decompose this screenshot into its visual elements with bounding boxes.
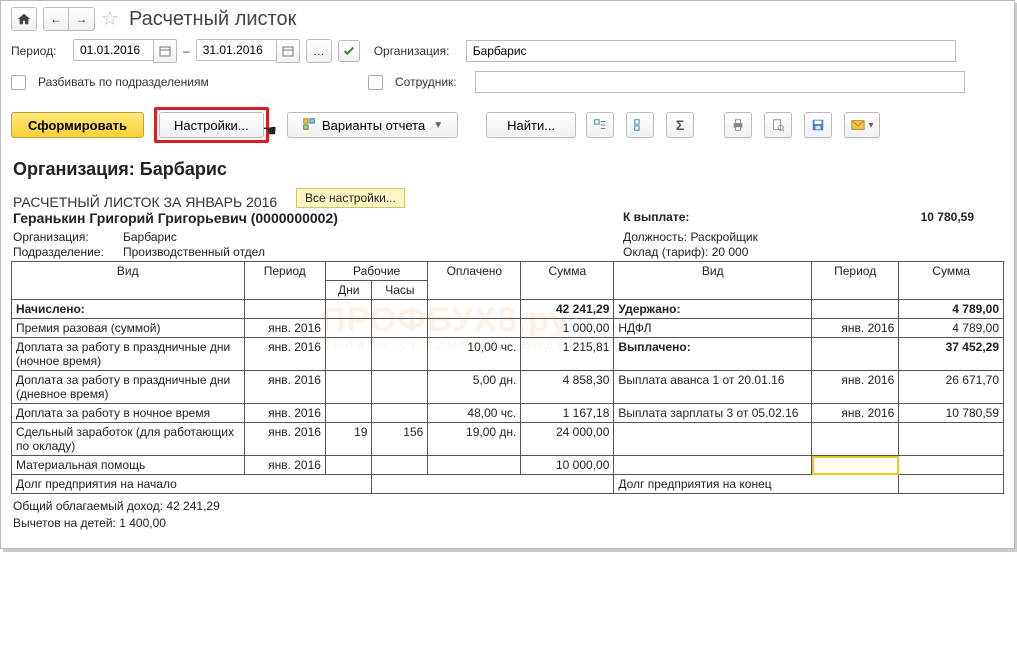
child-deductions: Вычетов на детей: 1 400,00 (13, 515, 1004, 532)
dep-val: Производственный отдел (123, 245, 265, 259)
period-label: Период: (11, 44, 67, 58)
org-key: Организация: (13, 230, 123, 244)
payout-label: К выплате: (623, 210, 689, 224)
taxable-income: Общий облагаемый доход: 42 241,29 (13, 498, 1004, 515)
report-variants-button[interactable]: Варианты отчета ▼ (287, 112, 458, 138)
period-to-input[interactable] (196, 39, 276, 61)
chevron-down-icon: ▼ (433, 120, 443, 131)
pos-key: Должность: (623, 230, 687, 244)
save-button[interactable] (804, 112, 832, 138)
period-more-button[interactable]: … (306, 39, 332, 63)
selected-cell[interactable] (812, 456, 899, 475)
dep-key: Подразделение: (13, 245, 123, 259)
settings-tooltip: Все настройки... (296, 188, 405, 208)
calendar-from-button[interactable] (153, 39, 177, 63)
print-button[interactable] (724, 112, 752, 138)
employee-name: Геранькин Григорий Григорьевич (00000000… (13, 210, 338, 226)
chevron-down-icon: ▾ (869, 120, 874, 131)
org-val: Барбарис (123, 230, 177, 244)
split-label: Разбивать по подразделениям (38, 75, 362, 89)
collapse-tree-button[interactable] (626, 112, 654, 138)
calendar-to-button[interactable] (276, 39, 300, 63)
cursor-hand-icon: ☚ (263, 121, 277, 141)
org-enabled-check[interactable] (338, 40, 360, 62)
org-heading: Организация: Барбарис (13, 159, 1004, 180)
report-header: РАСЧЕТНЫЙ ЛИСТОК ЗА ЯНВАРЬ 2016 (13, 194, 1004, 210)
pay-table: Вид Период Рабочие Оплачено Сумма Вид Пе… (11, 261, 1004, 494)
period-from-input[interactable] (73, 39, 153, 61)
sal-val: 20 000 (712, 245, 749, 259)
preview-button[interactable] (764, 112, 792, 138)
employee-input[interactable] (475, 71, 965, 93)
settings-button[interactable]: Настройки... (159, 112, 264, 138)
back-button[interactable]: ← (43, 7, 69, 31)
forward-button[interactable]: → (69, 7, 95, 31)
sal-key: Оклад (тариф): (623, 245, 708, 259)
sum-button[interactable]: Σ (666, 112, 694, 138)
employee-label: Сотрудник: (395, 75, 469, 89)
expand-tree-button[interactable] (586, 112, 614, 138)
org-label: Организация: (374, 44, 460, 58)
org-input[interactable] (466, 40, 956, 62)
find-button[interactable]: Найти... (486, 112, 576, 138)
period-dash: – (183, 44, 190, 58)
payout-value: 10 780,59 (921, 210, 974, 224)
email-button[interactable]: ▾ (844, 112, 880, 138)
page-title: Расчетный листок (129, 8, 296, 31)
split-checkbox[interactable] (11, 75, 26, 90)
employee-checkbox[interactable] (368, 75, 383, 90)
home-button[interactable] (11, 7, 37, 31)
generate-button[interactable]: Сформировать (11, 112, 144, 138)
pos-val: Раскройщик (690, 230, 757, 244)
favorite-icon[interactable]: ☆ (101, 9, 119, 29)
